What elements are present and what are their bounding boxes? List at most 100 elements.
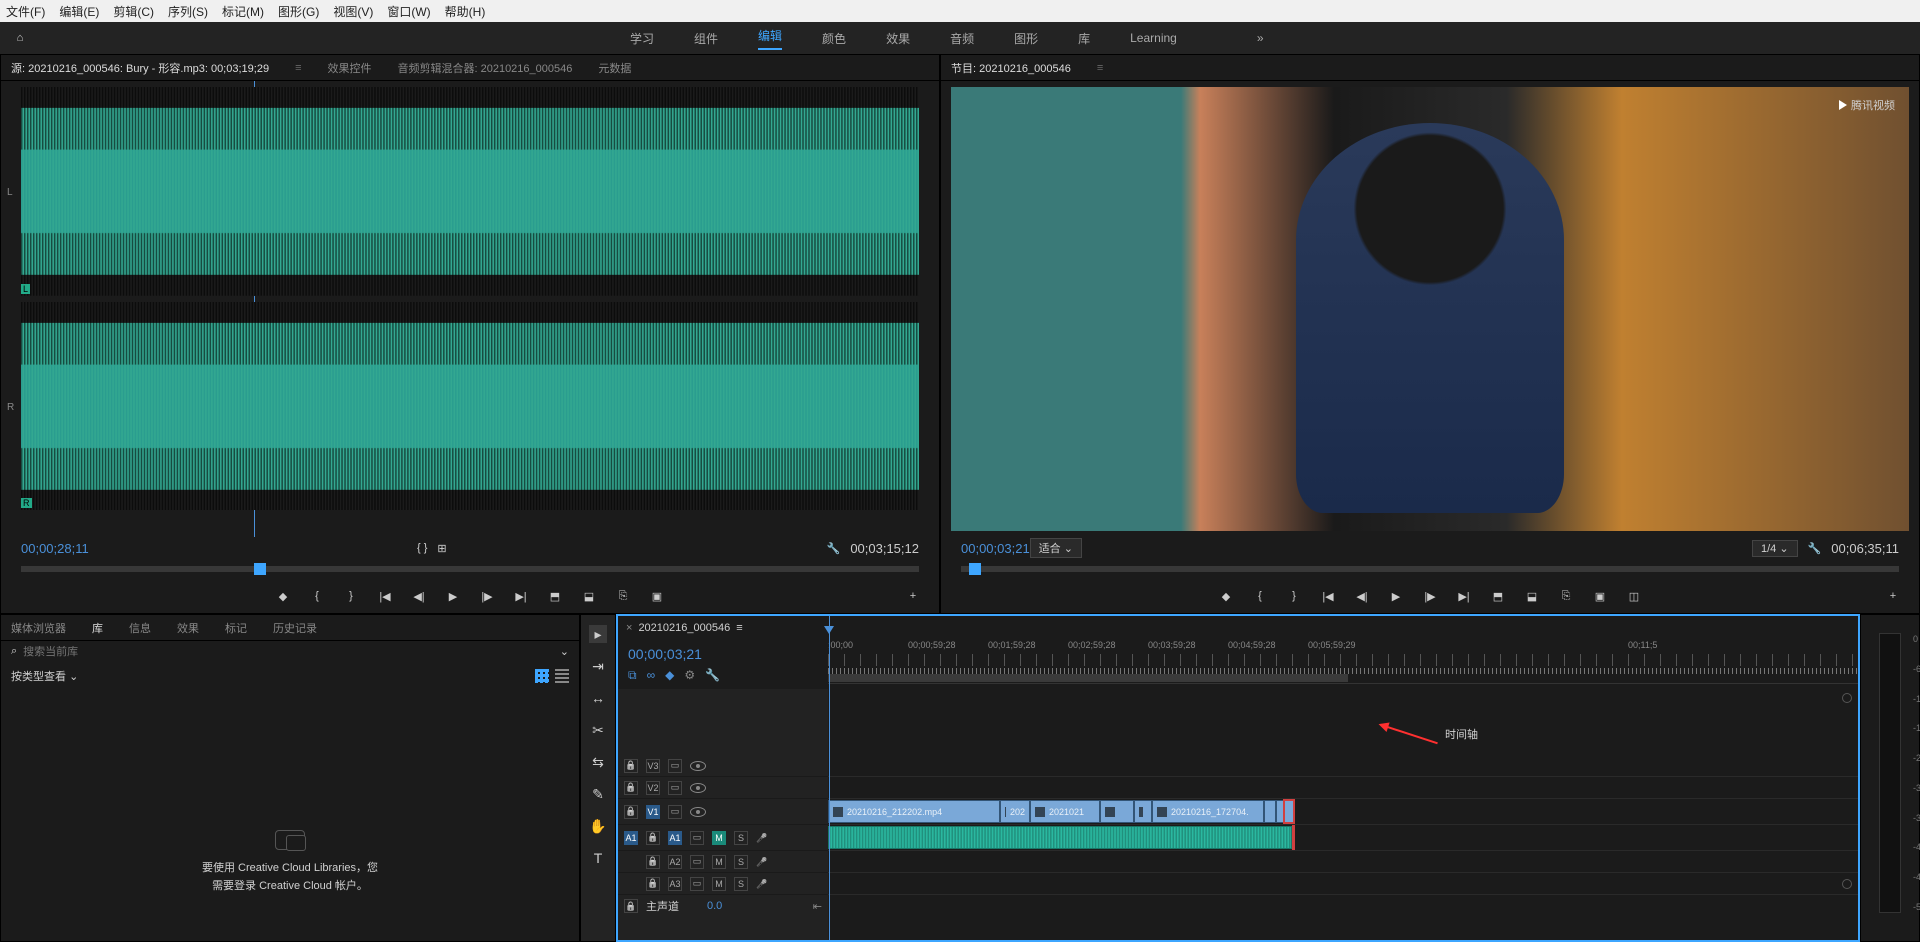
tl-scroll-top[interactable]: [1842, 693, 1852, 703]
hand-tool-icon[interactable]: ✋: [589, 817, 607, 835]
a2-lock[interactable]: [646, 855, 660, 869]
grid-view-icon[interactable]: [535, 669, 549, 683]
menu-graphics[interactable]: 图形(G): [278, 3, 319, 20]
master-lock[interactable]: [624, 899, 638, 913]
ws-libraries[interactable]: 库: [1078, 30, 1090, 47]
track-a1-lane[interactable]: [828, 825, 1858, 851]
track-a2[interactable]: A2: [668, 855, 682, 869]
track-a3[interactable]: A3: [668, 877, 682, 891]
menu-edit[interactable]: 编辑(E): [59, 3, 99, 20]
program-scrub-bar[interactable]: [941, 559, 1919, 579]
p-go-in-icon[interactable]: |◀: [1320, 590, 1336, 603]
sequence-menu-icon[interactable]: ≡: [736, 622, 742, 634]
source-scrub-thumb[interactable]: [254, 563, 266, 575]
track-a2-lane[interactable]: [828, 851, 1858, 873]
p-camera-icon[interactable]: ◫: [1626, 590, 1642, 603]
p-mark-in-icon[interactable]: {: [1252, 590, 1268, 602]
step-fwd-icon[interactable]: |▶: [479, 590, 495, 603]
tab-history[interactable]: 历史记录: [273, 620, 317, 636]
a1-mic-icon[interactable]: [756, 832, 767, 844]
master-value[interactable]: 0.0: [707, 900, 722, 912]
source-bracket-icon[interactable]: { }: [417, 542, 427, 554]
p-step-fwd-icon[interactable]: |▶: [1422, 590, 1438, 603]
main-menu[interactable]: 文件(F) 编辑(E) 剪辑(C) 序列(S) 标记(M) 图形(G) 视图(V…: [0, 0, 1920, 22]
video-clip-6[interactable]: [1264, 800, 1276, 823]
v1-toggle[interactable]: ▭: [668, 805, 682, 819]
master-expand-icon[interactable]: ⇤: [813, 900, 822, 913]
source-wrench-icon[interactable]: 🔧: [827, 542, 841, 555]
video-clip-3[interactable]: [1100, 800, 1134, 823]
search-dropdown-icon[interactable]: ⌄: [560, 645, 569, 658]
track-a1[interactable]: A1: [668, 831, 682, 845]
zoom-fit-select[interactable]: 适合 ⌄: [1030, 538, 1082, 558]
v1-lock[interactable]: [624, 805, 638, 819]
tab-info[interactable]: 信息: [129, 620, 151, 636]
v3-toggle[interactable]: ▭: [668, 759, 682, 773]
track-v1[interactable]: V1: [646, 805, 660, 819]
slip-tool-icon[interactable]: ⇆: [589, 753, 607, 771]
ws-learning[interactable]: Learning: [1130, 31, 1177, 45]
video-clip-1[interactable]: 202: [1000, 800, 1030, 823]
selection-tool-icon[interactable]: ▸: [589, 625, 607, 643]
library-search-input[interactable]: [23, 646, 554, 658]
p-play-icon[interactable]: ▶: [1388, 590, 1404, 603]
a2-mic-icon[interactable]: [756, 856, 767, 868]
go-out-icon[interactable]: ▶|: [513, 590, 529, 603]
program-scrub-thumb[interactable]: [969, 563, 981, 575]
ripple-tool-icon[interactable]: ↔: [589, 689, 607, 707]
pen-tool-icon[interactable]: ✎: [589, 785, 607, 803]
v1-eye-icon[interactable]: [690, 807, 706, 817]
p-export-icon[interactable]: ⎘: [1558, 590, 1574, 603]
tab-menu-icon[interactable]: ≡: [295, 62, 301, 74]
insert-icon[interactable]: ⬒: [547, 590, 563, 603]
mark-out-icon[interactable]: }: [343, 590, 359, 602]
p-extract-icon[interactable]: ⬓: [1524, 590, 1540, 603]
track-v2[interactable]: V2: [646, 781, 660, 795]
p-mark-out-icon[interactable]: }: [1286, 590, 1302, 602]
p-marker-icon[interactable]: ◆: [1218, 590, 1234, 603]
track-a3-lane[interactable]: [828, 873, 1858, 895]
ws-overflow-icon[interactable]: »: [1257, 31, 1264, 45]
menu-sequence[interactable]: 序列(S): [168, 3, 208, 20]
a3-mute[interactable]: M: [712, 877, 726, 891]
a2-mute[interactable]: M: [712, 855, 726, 869]
work-area-bar[interactable]: [828, 674, 1348, 682]
menu-view[interactable]: 视图(V): [333, 3, 373, 20]
type-tool-icon[interactable]: T: [589, 849, 607, 867]
tab-source[interactable]: 源: 20210216_000546: Bury - 形容.mp3: 00;03…: [11, 60, 269, 76]
overwrite-icon[interactable]: ⬓: [581, 590, 597, 603]
tab-metadata[interactable]: 元数据: [598, 60, 631, 76]
add-marker-tl-icon[interactable]: ◆: [665, 668, 674, 683]
v3-eye-icon[interactable]: [690, 761, 706, 771]
tab-media-browser[interactable]: 媒体浏览器: [11, 620, 66, 636]
ws-learn[interactable]: 学习: [630, 30, 654, 47]
menu-marker[interactable]: 标记(M): [222, 3, 264, 20]
v2-lock[interactable]: [624, 781, 638, 795]
source-scrub-bar[interactable]: [1, 559, 939, 579]
video-clip-8[interactable]: [1284, 800, 1294, 823]
menu-help[interactable]: 帮助(H): [445, 3, 486, 20]
razor-tool-icon[interactable]: ✂: [589, 721, 607, 739]
step-back-icon[interactable]: ◀|: [411, 590, 427, 603]
tab-effects[interactable]: 效果: [177, 620, 199, 636]
video-clip-2[interactable]: 2021021: [1030, 800, 1100, 823]
tl-wrench-icon[interactable]: 🔧: [705, 668, 720, 683]
source-snap-icon[interactable]: ⊞: [437, 542, 446, 555]
tab-libraries[interactable]: 库: [92, 620, 103, 636]
tab-program[interactable]: 节目: 20210216_000546: [951, 60, 1071, 76]
camera-icon[interactable]: ▣: [649, 590, 665, 603]
timeline-ruler[interactable]: ;00;0000;00;59;2800;01;59;2800;02;59;280…: [828, 640, 1858, 684]
ws-assembly[interactable]: 组件: [694, 30, 718, 47]
program-timecode-current[interactable]: 00;00;03;21: [961, 541, 1030, 556]
src-a1[interactable]: A1: [624, 831, 638, 845]
video-clip-0[interactable]: 20210216_212202.mp4: [828, 800, 1000, 823]
view-by-select[interactable]: 按类型查看 ⌄: [11, 668, 78, 684]
track-v2-lane[interactable]: [828, 777, 1858, 799]
v3-lock[interactable]: [624, 759, 638, 773]
video-clip-5[interactable]: 20210216_172704.: [1152, 800, 1264, 823]
timeline-playhead[interactable]: [829, 616, 830, 940]
ws-graphics[interactable]: 图形: [1014, 30, 1038, 47]
timeline-tracks[interactable]: 20210216_212202.mp42022021021 20210216_17…: [828, 689, 1858, 940]
home-icon[interactable]: ⌂: [0, 32, 40, 44]
menu-file[interactable]: 文件(F): [6, 3, 45, 20]
